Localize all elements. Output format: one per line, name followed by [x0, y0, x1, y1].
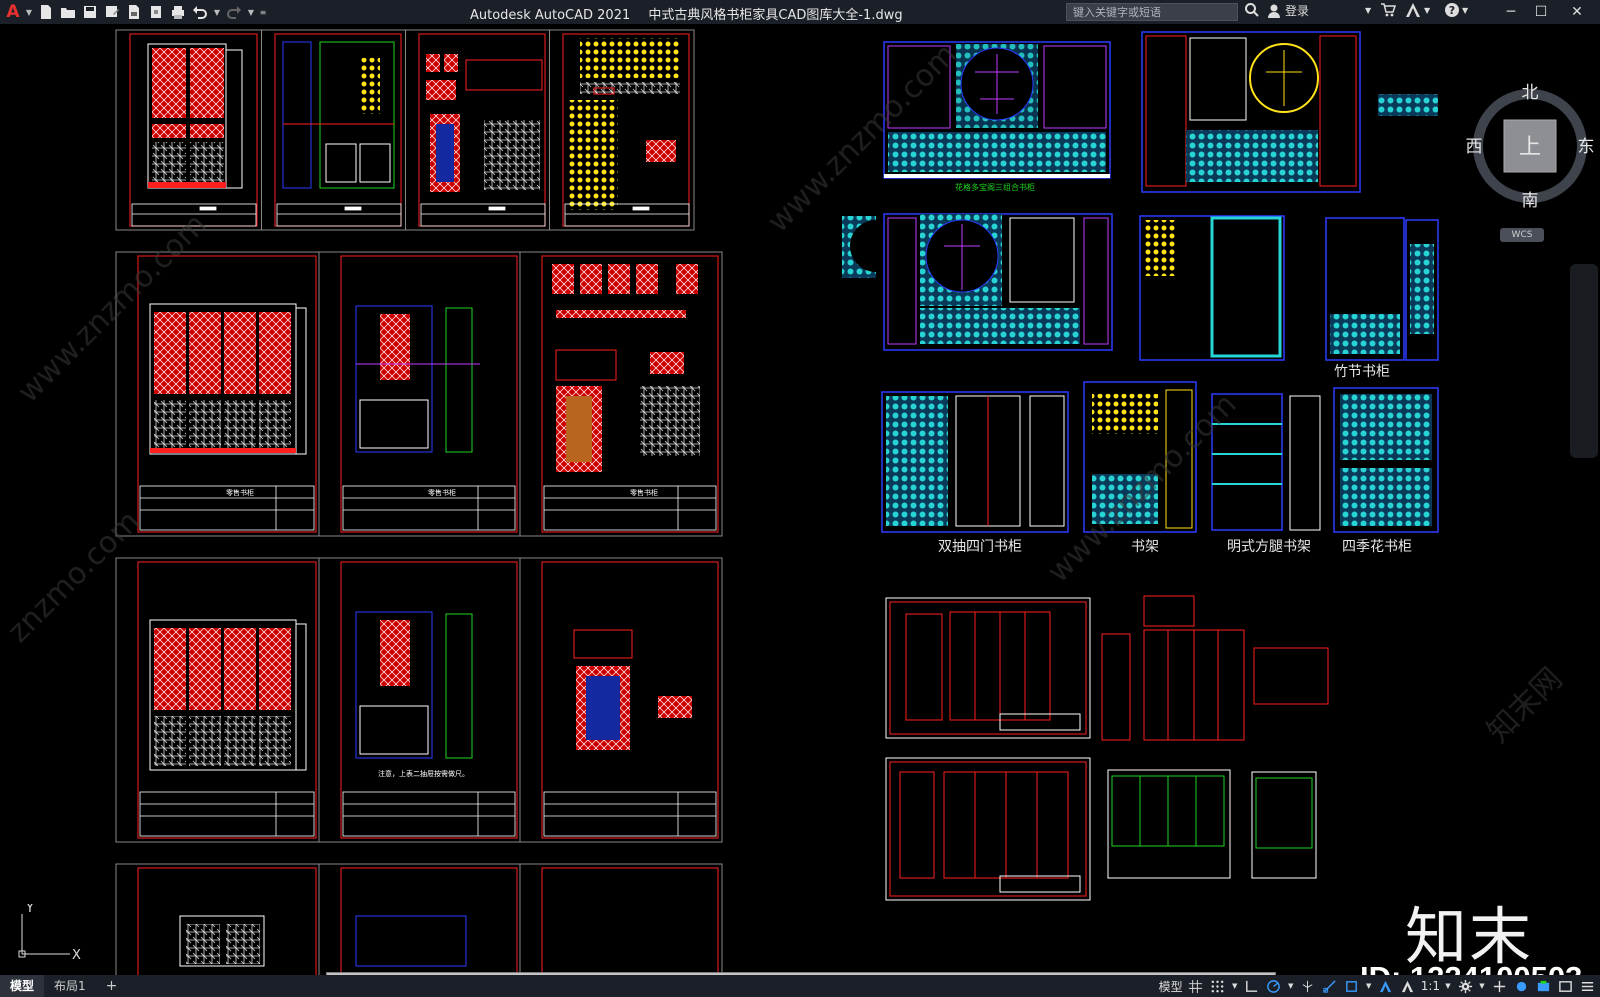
tab-model[interactable]: 模型 [0, 975, 45, 997]
sheet-note-text: 注意，上表二抽屉按需做尺。 [378, 769, 469, 778]
bamboo-cabinet-label: 竹节书柜 [1334, 364, 1390, 380]
undo-icon[interactable] [190, 2, 210, 22]
scale-caret-icon[interactable]: ▼ [1444, 977, 1452, 995]
plot-icon[interactable] [168, 2, 188, 22]
navigation-bar[interactable] [1570, 264, 1598, 458]
add-layout-icon[interactable]: + [96, 975, 128, 997]
svg-text:znzmo.com: znzmo.com [1, 504, 147, 650]
help-search-input[interactable] [1066, 3, 1238, 21]
user-icon [1268, 4, 1280, 18]
close-icon[interactable]: ✕ [1566, 0, 1588, 24]
viewcube-south-label[interactable]: 南 [1522, 191, 1539, 211]
a360-caret-icon: ▼ [1424, 5, 1431, 15]
sheet-group-row4 [115, 863, 723, 979]
svg-text:知末网: 知末网 [1481, 661, 1569, 749]
ucs-y-label: Y [25, 904, 34, 916]
combo-cabinet-label: 花格多宝阁三组合书柜 [955, 182, 1035, 192]
sheet-title-text-1: 零售书柜 [226, 488, 254, 497]
workspace-caret-icon[interactable]: ▼ [1478, 977, 1486, 995]
isolate-objects-icon[interactable] [1512, 977, 1530, 995]
sign-in-button[interactable]: 登录 ▼ [1266, 2, 1371, 19]
help-icon[interactable]: ? ▼ [1444, 2, 1468, 18]
status-bar: 模型 布局1 + 模型 ▼ ▼ ▼ 1:1 ▼ ▼ [0, 975, 1600, 997]
new-file-icon[interactable] [36, 2, 56, 22]
viewcube-top-label: 上 [1519, 135, 1541, 160]
sheet-group-row3 [115, 557, 723, 843]
redo-caret-icon[interactable]: ▼ [246, 8, 256, 17]
bookcases-lower [885, 595, 1329, 901]
ming-shelf-label: 明式方腿书架 [1227, 539, 1311, 555]
ortho-icon[interactable] [1243, 977, 1261, 995]
object-snap-tracking-icon[interactable] [1321, 977, 1339, 995]
tab-layout1[interactable]: 布局1 [44, 975, 96, 997]
wcs-menu[interactable]: WCS [1500, 228, 1544, 242]
open-web-icon[interactable] [124, 2, 144, 22]
annotation-scale-value[interactable]: 1:1 [1421, 979, 1440, 993]
bookshelf-label: 书架 [1131, 539, 1159, 555]
sheet-group-row1 [115, 29, 695, 231]
status-tray: 模型 ▼ ▼ ▼ 1:1 ▼ ▼ [1159, 975, 1596, 997]
annotation-visibility-icon[interactable] [1377, 977, 1395, 995]
undo-caret-icon[interactable]: ▼ [212, 8, 222, 17]
grid-icon[interactable] [1187, 977, 1205, 995]
sheet-title-text-2: 零售书柜 [428, 488, 456, 497]
save-as-icon[interactable] [102, 2, 122, 22]
polar-tracking-icon[interactable] [1265, 977, 1283, 995]
osnap-caret-icon[interactable]: ▼ [1365, 977, 1373, 995]
viewcube-north-label[interactable]: 北 [1522, 83, 1539, 103]
share-icon[interactable] [146, 2, 166, 22]
title-blocks-row3 [139, 791, 717, 837]
viewcube-east-label[interactable]: 东 [1578, 137, 1595, 157]
quick-access-toolbar: A ▼ ▼ ▼ ≡ [0, 2, 268, 22]
add-icon[interactable] [1490, 977, 1508, 995]
workspace-gear-icon[interactable] [1456, 977, 1474, 995]
viewcube-west-label[interactable]: 西 [1466, 137, 1483, 157]
a360-icon[interactable]: ▼ [1404, 2, 1430, 18]
autocad-logo-icon[interactable]: A [4, 2, 22, 22]
window-title: Autodesk AutoCAD 2021 中式古典风格书柜家具CAD图库大全-… [470, 4, 917, 23]
sign-in-caret-icon: ▼ [1365, 6, 1372, 15]
cart-icon[interactable] [1380, 2, 1396, 18]
ucs-icon: Y X [14, 901, 94, 968]
maximize-icon[interactable]: ☐ [1530, 0, 1552, 24]
ucs-x-label: X [72, 948, 81, 963]
minimize-icon[interactable]: ─ [1500, 0, 1522, 24]
polar-caret-icon[interactable]: ▼ [1287, 977, 1295, 995]
drawing-canvas[interactable]: 零售书柜 零售书柜 零售书柜 注意，上表二抽屉按需做尺。 花格多宝阁三组合书柜 … [0, 24, 1600, 979]
title-bar: A ▼ ▼ ▼ ≡ Autodesk AutoCAD 2021 中式古典风格书柜… [0, 0, 1600, 24]
app-menu-caret-icon[interactable]: ▼ [24, 8, 34, 17]
help-caret-icon: ▼ [1462, 5, 1469, 15]
snap-icon[interactable] [1209, 977, 1227, 995]
four-seasons-cabinet-label: 四季花书柜 [1342, 539, 1412, 555]
model-space-button[interactable]: 模型 [1159, 978, 1183, 995]
app-name: Autodesk AutoCAD 2021 [470, 8, 631, 23]
viewcube[interactable]: 上 北 南 东 西 [1466, 82, 1595, 212]
customize-icon[interactable] [1578, 977, 1596, 995]
svg-text:?: ? [1449, 4, 1455, 17]
annotation-scale-icon[interactable] [1399, 977, 1417, 995]
snap-caret-icon[interactable]: ▼ [1231, 977, 1239, 995]
redo-icon[interactable] [224, 2, 244, 22]
file-name: 中式古典风格书柜家具CAD图库大全-1.dwg [648, 8, 903, 23]
search-icon[interactable] [1244, 2, 1260, 18]
drawing-svg: 零售书柜 零售书柜 零售书柜 注意，上表二抽屉按需做尺。 花格多宝阁三组合书柜 … [1, 29, 1569, 979]
clean-screen-icon[interactable] [1556, 977, 1574, 995]
open-folder-icon[interactable] [58, 2, 78, 22]
isodraft-icon[interactable] [1299, 977, 1317, 995]
double-drawer-cabinet-label: 双抽四门书柜 [938, 539, 1022, 555]
object-snap-icon[interactable] [1343, 977, 1361, 995]
save-icon[interactable] [80, 2, 100, 22]
sign-in-label: 登录 [1285, 4, 1310, 18]
customize-toolbar-icon[interactable]: ≡ [258, 8, 268, 17]
sheet-title-text-3: 零售书柜 [630, 488, 658, 497]
hardware-acceleration-icon[interactable] [1534, 977, 1552, 995]
